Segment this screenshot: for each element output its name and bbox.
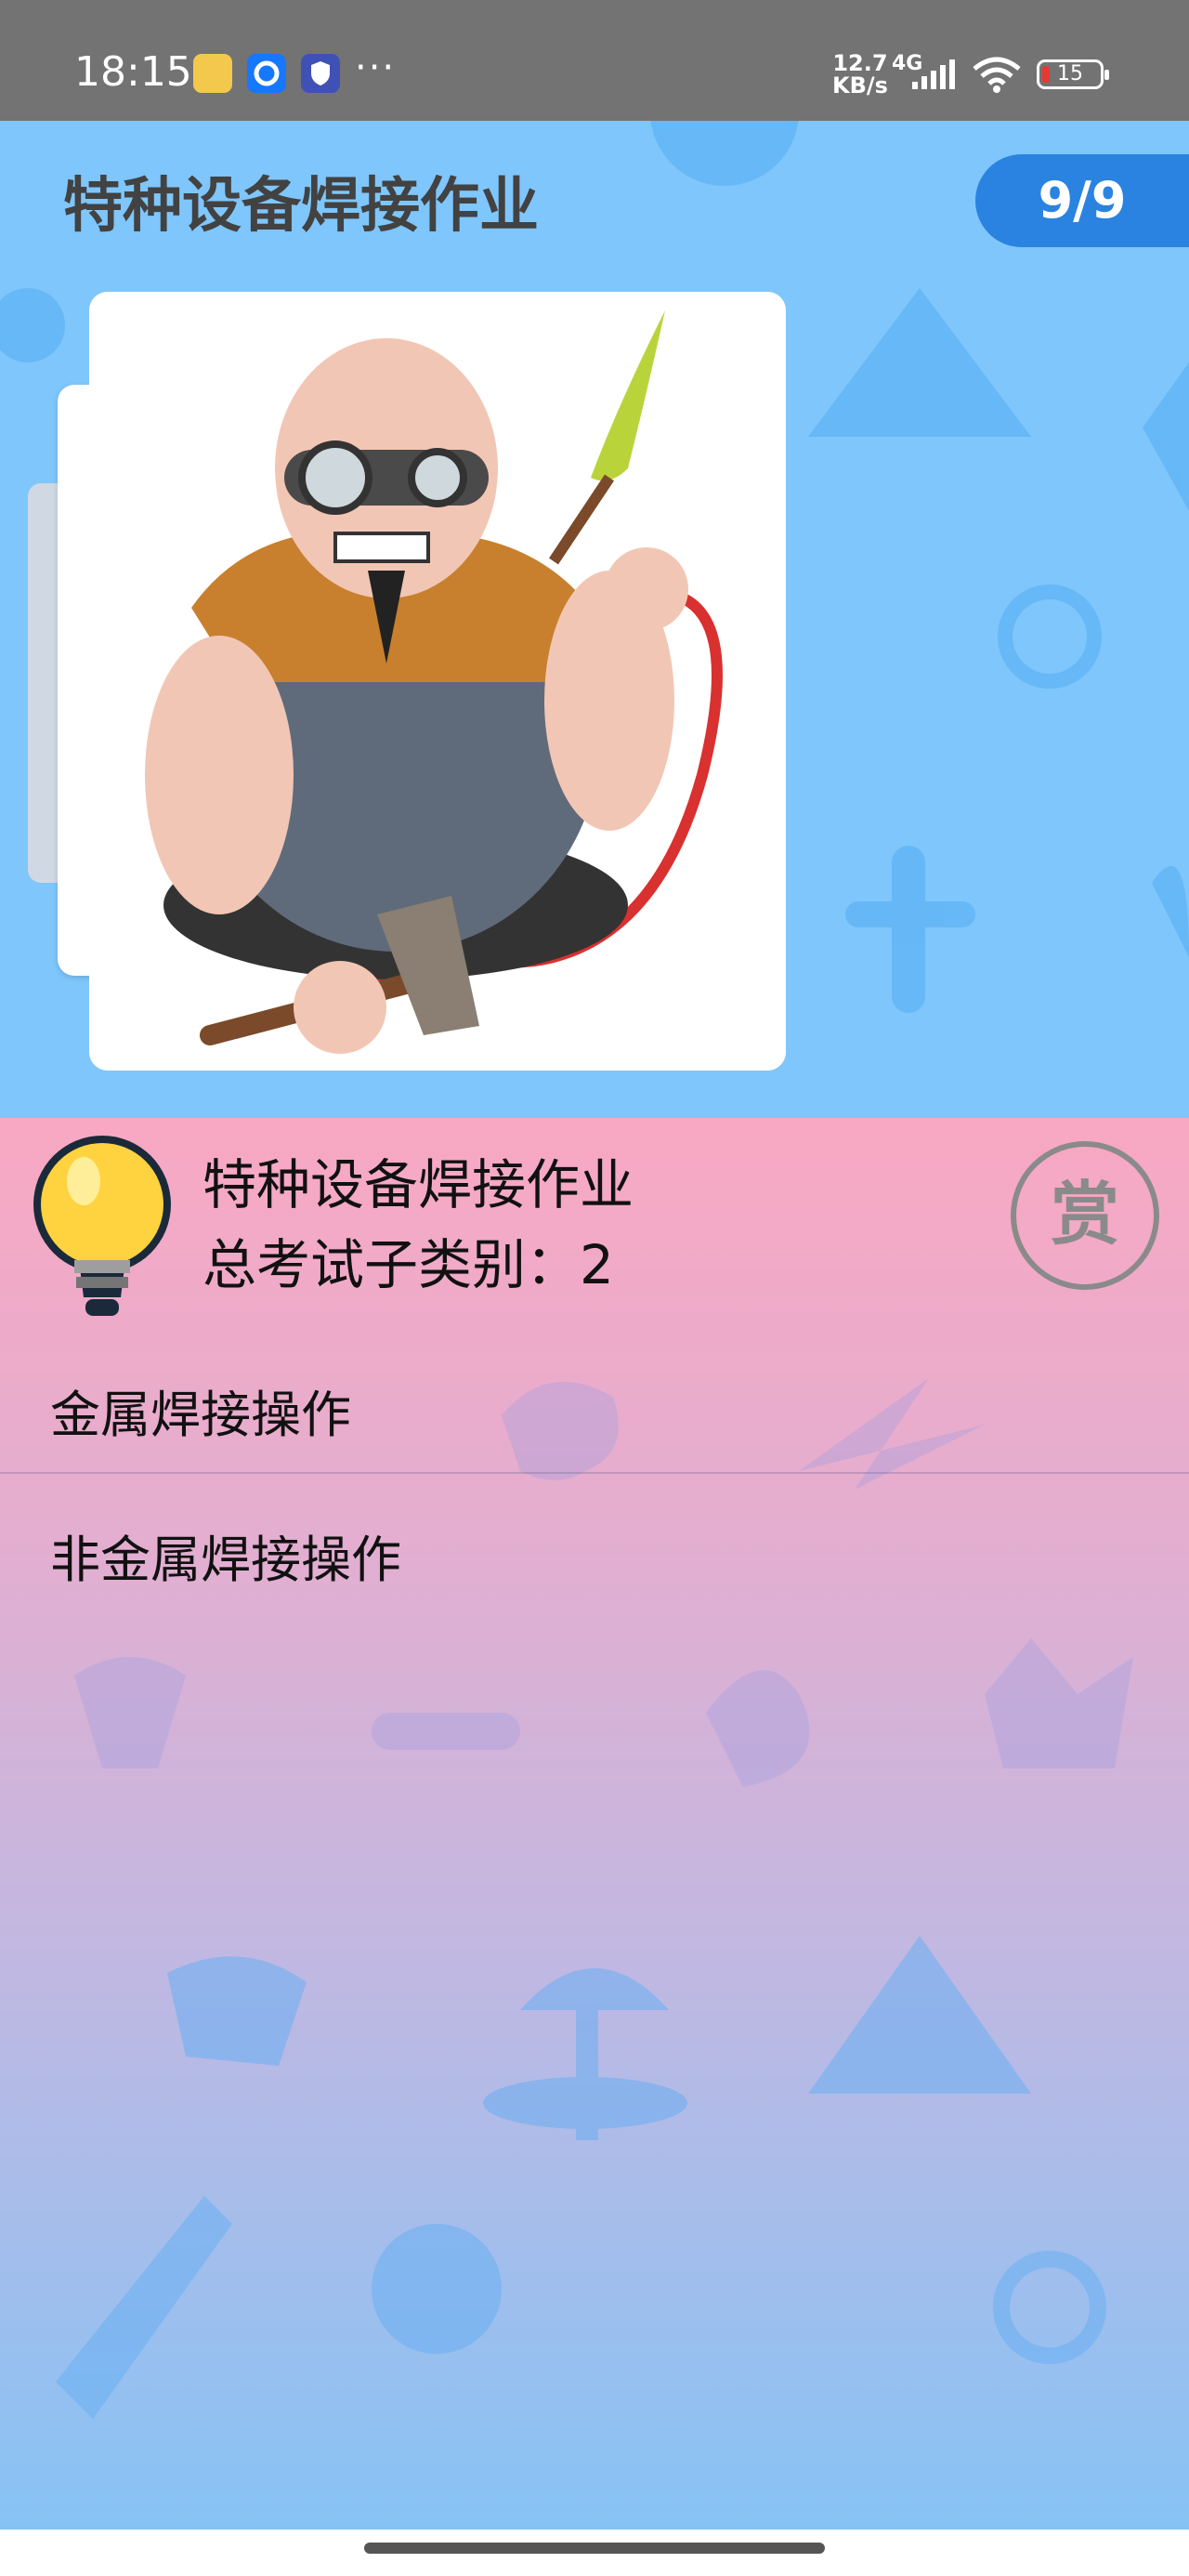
info-background-pattern bbox=[56, 1378, 1133, 2419]
category-card[interactable] bbox=[89, 292, 786, 1071]
home-indicator[interactable] bbox=[364, 2543, 825, 2554]
list-divider bbox=[0, 1472, 1189, 1474]
network-speed: 12.7 KB/s bbox=[832, 50, 888, 99]
page-counter: 9/9 bbox=[975, 154, 1189, 247]
list-item-label: 金属焊接操作 bbox=[50, 1386, 351, 1444]
page-title: 特种设备焊接作业 bbox=[63, 172, 539, 241]
status-bar: 18:15 ··· 12.7 KB/s 4G 15 bbox=[0, 0, 1189, 121]
reward-button[interactable]: 赏 bbox=[1011, 1141, 1159, 1290]
wifi-icon bbox=[973, 57, 1021, 93]
app-icon-1 bbox=[193, 54, 232, 93]
more-notifications: ··· bbox=[355, 46, 397, 89]
vpn-shield-icon bbox=[301, 54, 340, 93]
list-item-metal-welding[interactable]: 金属焊接操作 bbox=[0, 1333, 1189, 1472]
status-time: 18:15 bbox=[74, 48, 192, 96]
battery-icon: 15 bbox=[1037, 59, 1109, 89]
signal-icon bbox=[912, 59, 955, 89]
info-panel bbox=[0, 1118, 1189, 2530]
welder-illustration bbox=[89, 292, 786, 1071]
app-icon-2 bbox=[247, 54, 286, 93]
list-item-label: 非金属焊接操作 bbox=[50, 1531, 401, 1589]
lightbulb-icon bbox=[33, 1136, 171, 1316]
list-item-nonmetal-welding[interactable]: 非金属焊接操作 bbox=[0, 1478, 1189, 1617]
info-title: 特种设备焊接作业 bbox=[203, 1153, 634, 1216]
subcategory-count: 总考试子类别：2 bbox=[203, 1233, 614, 1296]
